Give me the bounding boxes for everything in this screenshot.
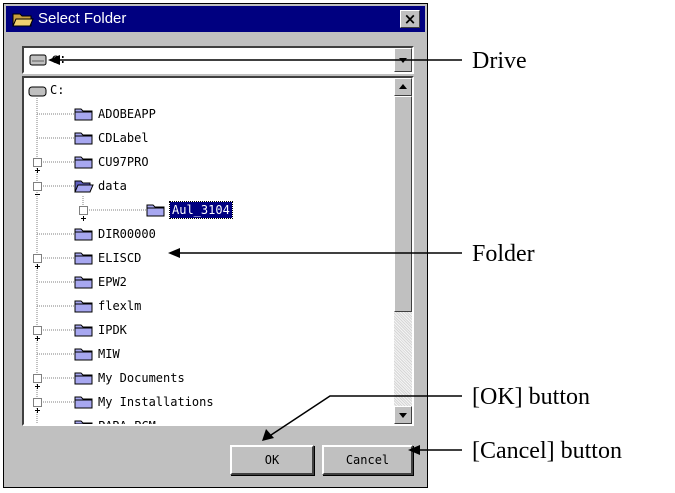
callout-lines [48,55,462,455]
ok-callout: [OK] button [472,384,590,410]
drive-callout: Drive [472,48,527,74]
drive-arrowhead [48,55,60,65]
folder-callout: Folder [472,241,535,267]
cancel-callout: [Cancel] button [472,438,622,464]
cancel-arrowhead [408,445,420,455]
ok-callout-line [267,395,462,438]
folder-arrowhead [168,248,180,258]
